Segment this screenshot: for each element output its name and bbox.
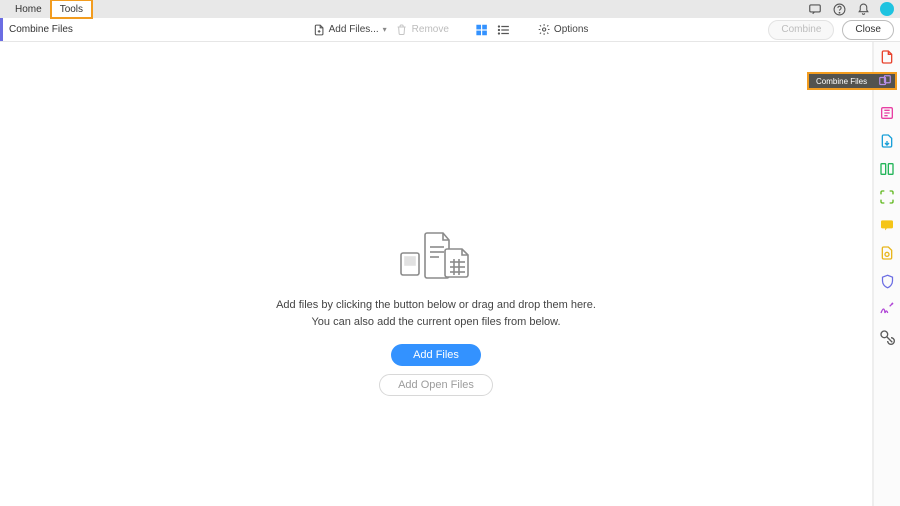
combine-button: Combine bbox=[768, 20, 834, 40]
combine-files-tooltip-label: Combine Files bbox=[816, 77, 867, 86]
combine-files-icon bbox=[878, 74, 892, 88]
tab-home[interactable]: Home bbox=[6, 0, 51, 18]
instruction-line1: Add files by clicking the button below o… bbox=[276, 297, 596, 314]
instruction-line2: You can also add the current open files … bbox=[276, 314, 596, 331]
toolbar-right: Combine Close bbox=[768, 20, 894, 40]
accent-bar bbox=[0, 18, 3, 41]
illustration-icon bbox=[397, 227, 475, 283]
options-button[interactable]: Options bbox=[537, 23, 588, 37]
add-files-label: Add Files... bbox=[329, 24, 379, 35]
bell-icon[interactable] bbox=[856, 2, 870, 16]
chat-icon[interactable] bbox=[808, 2, 822, 16]
chevron-down-icon: ▾ bbox=[383, 25, 387, 34]
sign-icon[interactable] bbox=[878, 300, 896, 318]
help-icon[interactable] bbox=[832, 2, 846, 16]
right-sidebar bbox=[873, 42, 900, 506]
tab-tools-label: Tools bbox=[60, 4, 83, 15]
top-header: Home Tools bbox=[0, 0, 900, 18]
gear-icon bbox=[537, 23, 551, 37]
tab-tools[interactable]: Tools bbox=[51, 0, 92, 18]
trash-icon bbox=[395, 23, 409, 37]
tab-home-label: Home bbox=[15, 4, 42, 15]
redact-icon[interactable] bbox=[878, 328, 896, 346]
export-pdf-icon[interactable] bbox=[878, 132, 896, 150]
add-file-icon bbox=[312, 23, 326, 37]
view-list-button[interactable] bbox=[497, 23, 511, 37]
add-open-files-button[interactable]: Add Open Files bbox=[379, 374, 493, 396]
add-files-button[interactable]: Add Files bbox=[391, 344, 481, 366]
main-drop-area[interactable]: Add files by clicking the button below o… bbox=[0, 42, 873, 506]
remove-label: Remove bbox=[412, 24, 449, 35]
add-files-menu[interactable]: Add Files... ▾ bbox=[312, 23, 387, 37]
close-button[interactable]: Close bbox=[842, 20, 894, 40]
organize-icon[interactable] bbox=[878, 160, 896, 178]
toolbar-title: Combine Files bbox=[9, 24, 73, 35]
edit-pdf-icon[interactable] bbox=[878, 104, 896, 122]
header-actions bbox=[808, 2, 894, 16]
compress-icon[interactable] bbox=[878, 188, 896, 206]
create-pdf-icon[interactable] bbox=[878, 48, 896, 66]
view-grid-button[interactable] bbox=[475, 23, 489, 37]
toolbar: Combine Files Add Files... ▾ Remove bbox=[0, 18, 900, 42]
combine-files-tool[interactable]: Combine Files bbox=[807, 72, 897, 90]
avatar[interactable] bbox=[880, 2, 894, 16]
remove-button: Remove bbox=[395, 23, 449, 37]
instruction-text: Add files by clicking the button below o… bbox=[276, 297, 596, 330]
scan-icon[interactable] bbox=[878, 244, 896, 262]
toolbar-left: Combine Files bbox=[0, 18, 73, 41]
top-tabs: Home Tools bbox=[6, 0, 92, 18]
comment-icon[interactable] bbox=[878, 216, 896, 234]
toolbar-center: Add Files... ▾ Remove Options bbox=[312, 18, 589, 42]
protect-icon[interactable] bbox=[878, 272, 896, 290]
options-label: Options bbox=[554, 24, 588, 35]
